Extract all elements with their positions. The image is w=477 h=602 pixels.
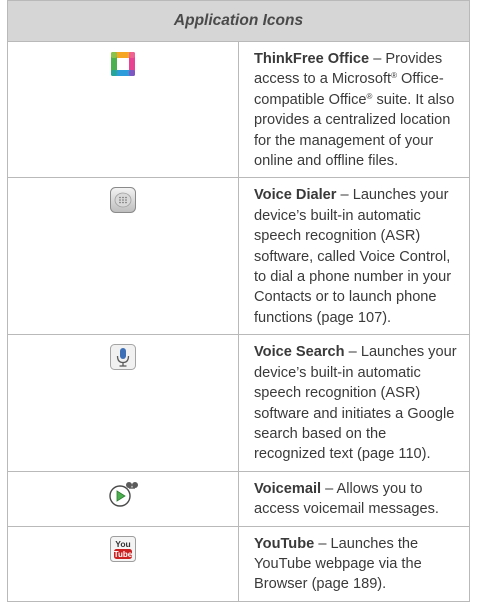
- thinkfree-office-icon: [109, 50, 137, 83]
- app-name: Voicemail: [254, 480, 322, 497]
- dash: –: [321, 480, 337, 497]
- app-name: Voice Search: [254, 344, 345, 361]
- youtube-icon: You Tube: [109, 535, 137, 568]
- app-name: ThinkFree Office: [254, 51, 370, 67]
- app-description: Launches your device’s built-in automati…: [254, 187, 452, 326]
- app-description: Launches your device’s built-in automati…: [254, 344, 457, 463]
- app-name: YouTube: [254, 535, 315, 552]
- dash: –: [369, 51, 386, 67]
- table-row: Voicemail – Allows you to access voicema…: [7, 470, 470, 527]
- voice-dialer-icon: [109, 186, 137, 219]
- dash: –: [314, 535, 331, 552]
- application-icons-table: Application Icons ThinkFree Office – Pro…: [7, 0, 470, 602]
- table-header: Application Icons: [7, 0, 470, 42]
- voicemail-icon: [108, 480, 138, 513]
- icon-cell: You Tube: [7, 525, 239, 602]
- table-row: ThinkFree Office – Provides access to a …: [7, 40, 470, 179]
- description-cell: Voicemail – Allows you to access voicema…: [238, 470, 470, 527]
- dash: –: [344, 344, 361, 361]
- icon-cell: [7, 177, 239, 336]
- voice-search-icon: [109, 343, 137, 376]
- description-cell: Voice Search – Launches your device’s bu…: [238, 334, 470, 472]
- youtube-icon-text-top: You: [115, 539, 130, 549]
- dash: –: [336, 187, 353, 204]
- description-cell: Voice Dialer – Launches your device’s bu…: [238, 177, 470, 336]
- app-name: Voice Dialer: [254, 187, 337, 204]
- table-row: Voice Search – Launches your device’s bu…: [7, 334, 470, 472]
- youtube-icon-text-bottom: Tube: [114, 550, 133, 559]
- icon-cell: [7, 40, 239, 179]
- description-cell: YouTube – Launches the YouTube webpage v…: [238, 525, 470, 602]
- description-cell: ThinkFree Office – Provides access to a …: [238, 40, 470, 179]
- table-row: Voice Dialer – Launches your device’s bu…: [7, 177, 470, 336]
- icon-cell: [7, 334, 239, 472]
- table-row: You Tube YouTube – Launches the YouTube …: [7, 525, 470, 602]
- icon-cell: [7, 470, 239, 527]
